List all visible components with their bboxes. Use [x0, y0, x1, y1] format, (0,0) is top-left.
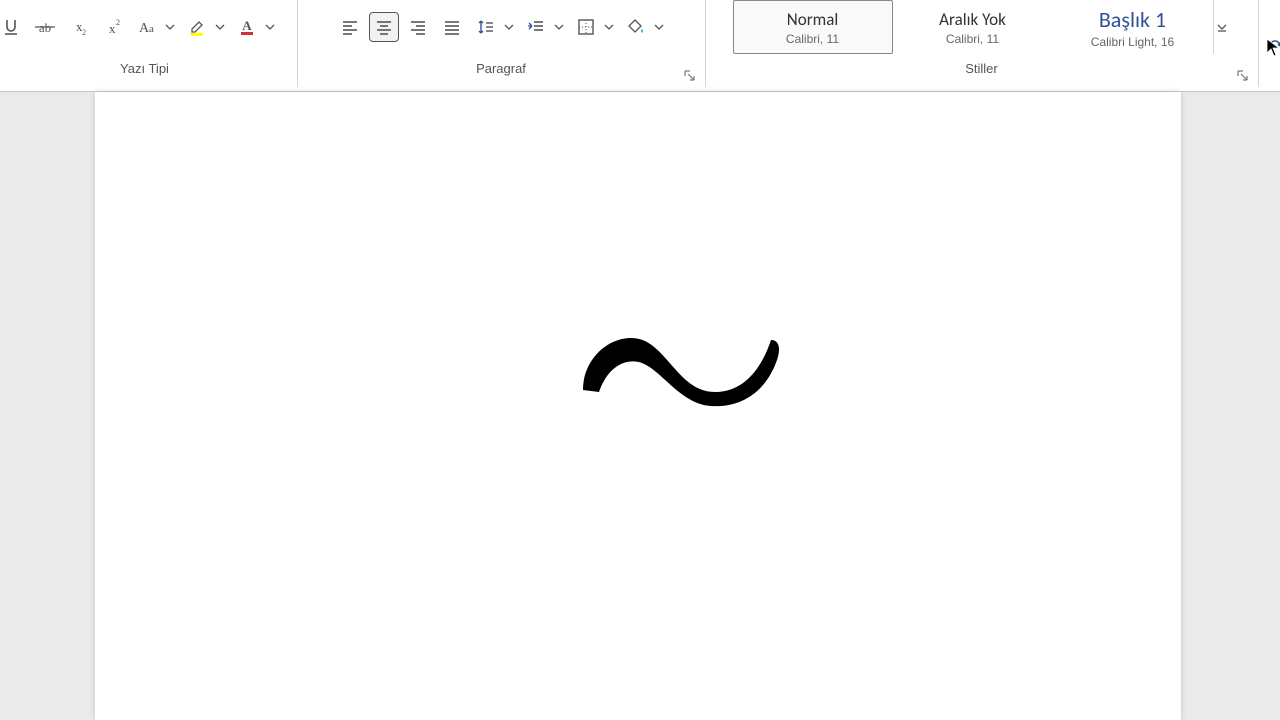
align-center-icon	[374, 17, 394, 37]
justify-button[interactable]	[437, 12, 467, 42]
indent-dropdown[interactable]	[551, 12, 567, 42]
justify-icon	[442, 17, 462, 37]
font-color-dropdown[interactable]	[262, 12, 278, 42]
paragraph-group-label: Paragraf	[476, 58, 526, 78]
chevron-down-icon	[504, 22, 514, 32]
indent-icon	[526, 17, 546, 37]
style-name: Başlık 1	[1099, 6, 1166, 33]
change-case-icon: A a	[136, 17, 158, 37]
chevron-down-icon	[554, 22, 564, 32]
paragraph-dialog-launcher[interactable]	[683, 69, 699, 85]
align-right-button[interactable]	[403, 12, 433, 42]
align-right-icon	[408, 17, 428, 37]
underline-icon	[1, 17, 21, 37]
line-spacing-dropdown[interactable]	[501, 12, 517, 42]
highlight-icon	[187, 17, 207, 37]
font-color-icon: A	[237, 17, 257, 37]
subscript-icon: x 2	[69, 17, 89, 37]
shading-button[interactable]	[621, 12, 651, 42]
dialog-launcher-icon	[1236, 69, 1250, 83]
chevron-down-icon	[165, 22, 175, 32]
styles-gallery-expand[interactable]	[1213, 0, 1231, 54]
strikethrough-icon: ab	[33, 17, 57, 37]
mouse-cursor-icon	[1266, 38, 1280, 58]
style-desc: Calibri, 11	[786, 32, 839, 46]
styles-dialog-launcher[interactable]	[1236, 69, 1252, 85]
style-name: Normal	[787, 9, 839, 30]
style-no-spacing[interactable]: Aralık Yok Calibri, 11	[893, 0, 1053, 54]
paint-bucket-icon	[626, 17, 646, 37]
tilde-shape[interactable]	[575, 318, 785, 408]
paragraph-group: Paragraf	[297, 0, 705, 91]
style-desc: Calibri, 11	[946, 32, 999, 46]
svg-text:A: A	[242, 18, 252, 33]
superscript-icon: x 2	[103, 17, 123, 37]
highlight-button[interactable]	[182, 12, 212, 42]
style-normal[interactable]: Normal Calibri, 11	[733, 0, 893, 54]
svg-text:2: 2	[82, 28, 86, 37]
highlight-dropdown[interactable]	[212, 12, 228, 42]
align-center-button[interactable]	[369, 12, 399, 42]
align-left-icon	[340, 17, 360, 37]
style-heading-1[interactable]: Başlık 1 Calibri Light, 16	[1053, 0, 1213, 54]
borders-icon	[576, 17, 596, 37]
strikethrough-button[interactable]: ab	[30, 12, 60, 42]
styles-group: Normal Calibri, 11 Aralık Yok Calibri, 1…	[705, 0, 1258, 91]
font-group-label: Yazı Tipi	[120, 58, 169, 78]
svg-text:x: x	[109, 21, 116, 36]
styles-group-label: Stiller	[965, 58, 998, 78]
shading-dropdown[interactable]	[651, 12, 667, 42]
indent-button[interactable]	[521, 12, 551, 42]
document-workspace	[0, 91, 1280, 720]
line-spacing-icon	[476, 17, 496, 37]
change-case-button[interactable]: A a	[132, 12, 162, 42]
chevron-down-icon	[215, 22, 225, 32]
style-desc: Calibri Light, 16	[1091, 35, 1174, 49]
chevron-down-icon	[654, 22, 664, 32]
chevron-down-icon	[265, 22, 275, 32]
dialog-launcher-icon	[683, 69, 697, 83]
line-spacing-button[interactable]	[471, 12, 501, 42]
borders-dropdown[interactable]	[601, 12, 617, 42]
superscript-button[interactable]: x 2	[98, 12, 128, 42]
chevron-down-icon	[604, 22, 614, 32]
font-group: ab x 2 x 2	[0, 0, 297, 91]
borders-button[interactable]	[571, 12, 601, 42]
style-name: Aralık Yok	[939, 9, 1006, 30]
svg-text:a: a	[149, 23, 154, 35]
underline-button[interactable]	[0, 12, 26, 42]
subscript-button[interactable]: x 2	[64, 12, 94, 42]
font-color-button[interactable]: A	[232, 12, 262, 42]
svg-text:2: 2	[116, 18, 120, 27]
align-left-button[interactable]	[335, 12, 365, 42]
change-case-dropdown[interactable]	[162, 12, 178, 42]
styles-more-icon	[1214, 0, 1231, 54]
ribbon: ab x 2 x 2	[0, 0, 1280, 91]
document-page[interactable]	[95, 92, 1181, 720]
